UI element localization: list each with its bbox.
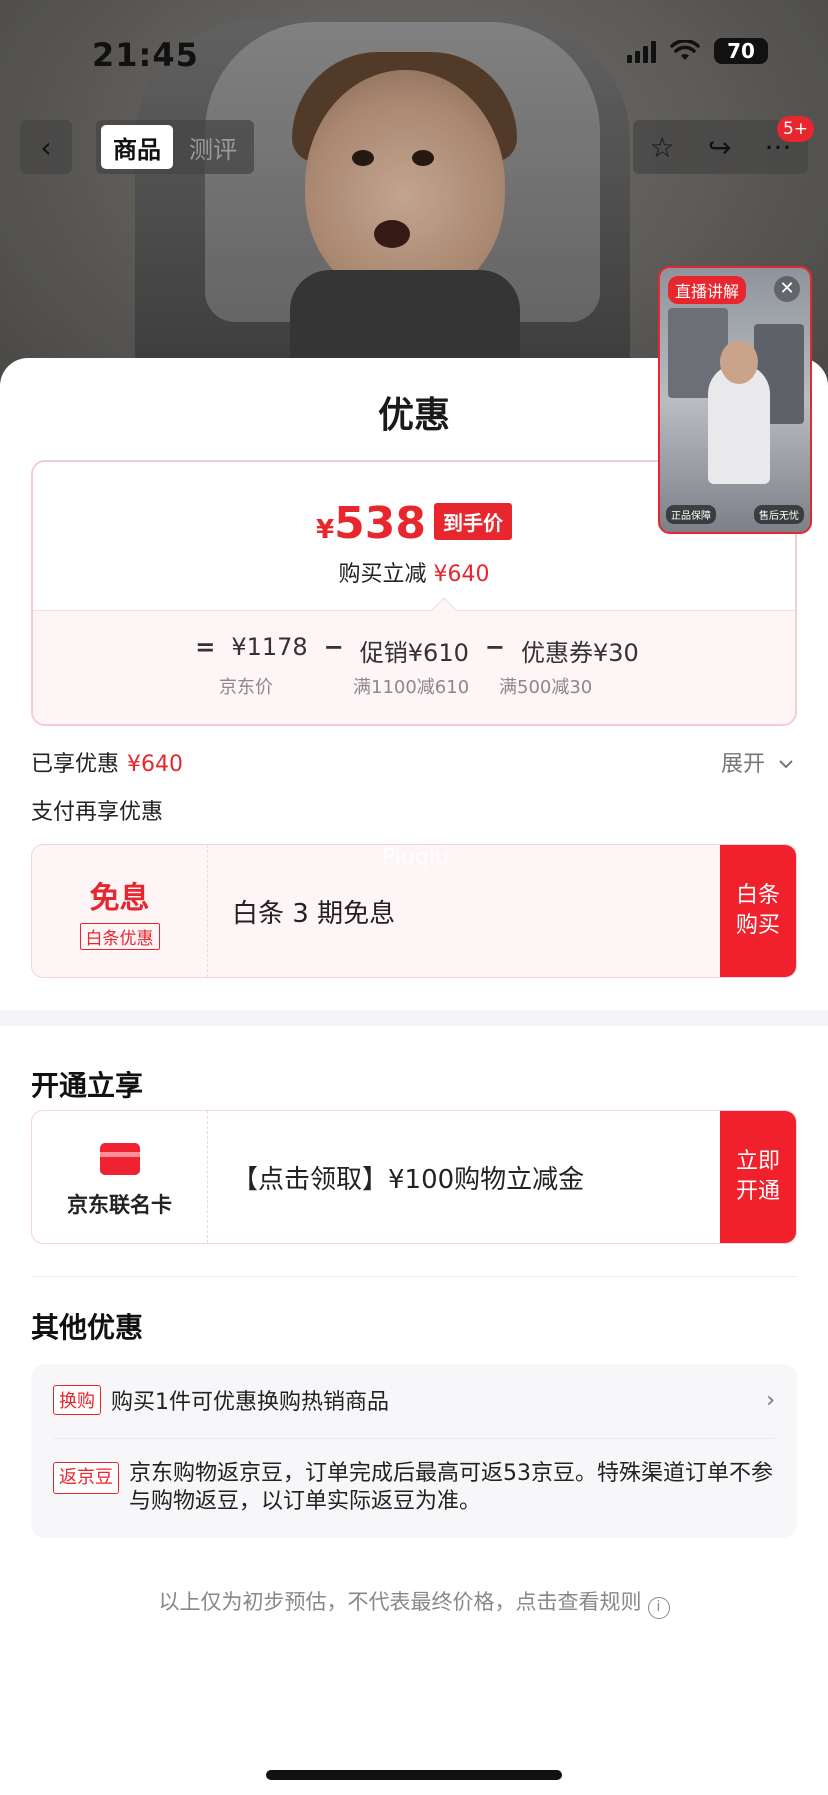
info-icon: i [647,1597,670,1619]
coupon-rule-label: 满500减30 [499,677,593,698]
chevron-down-icon [779,760,793,769]
reduce-label: 购买立减 [338,562,427,587]
live-badge-authentic: 正品保障 [666,505,716,524]
close-icon[interactable]: ✕ [774,276,800,302]
credit-card-icon [99,1143,140,1175]
jd-card-left: 京东联名卡 [32,1111,208,1243]
jd-card-open-label: 立即 开通 [735,1149,780,1204]
baitiao-offer-card[interactable]: 免息 白条优惠 Piuqiu 白条 3 期免息 白条 购买 [31,844,797,978]
baitiao-left: 免息 白条优惠 [32,845,208,977]
promo-amount: 促销¥610 [359,639,469,667]
wifi-icon [670,40,700,60]
price-formula: = ¥1178 − 促销¥610 − 优惠券¥30 京东价 满1100减610 … [33,597,795,724]
jd-card-offer[interactable]: 京东联名卡 【点击领取】¥100购物立减金 立即 开通 [31,1110,797,1244]
baitiao-buy-button[interactable]: 白条 购买 [720,845,796,977]
exchange-chip: 换购 [53,1385,101,1415]
live-host-head [720,340,758,384]
tab-bar: 商品 测评 [96,120,254,174]
star-icon[interactable]: ☆ [650,131,675,164]
jingdou-chip: 返京豆 [53,1462,119,1494]
tab-review[interactable]: 测评 [177,125,249,169]
final-price-tag: 到手价 [433,503,512,540]
notification-badge: 5+ [776,116,814,142]
coupon-amount: 优惠券¥30 [520,639,639,667]
minus-sign: − [323,633,344,661]
other-section-title: 其他优惠 [31,1311,144,1344]
baitiao-tag: 白条优惠 [79,923,160,950]
section-divider [0,1010,828,1026]
baitiao-buy-label: 白条 购买 [735,883,780,938]
interest-free-title: 免息 [89,881,150,916]
live-stream-window[interactable]: 直播讲解 ✕ 正品保障 售后无忧 [658,266,812,534]
live-badges: 正品保障 售后无忧 [666,505,804,524]
jd-price-label: 京东价 [219,677,273,698]
pay-more-title: 支付再享优惠 [31,800,164,825]
minus-sign: − [484,633,505,661]
jingdou-text: 京东购物返京豆，订单完成后最高可返53京豆。特殊渠道订单不参与购物返豆，以订单实… [129,1461,773,1514]
cellular-signal-icon [627,39,656,63]
live-badge-aftersale: 售后无忧 [754,505,804,524]
final-price: 538 [334,498,426,549]
currency-symbol: ¥ [316,515,335,545]
battery-indicator: 70 [714,38,768,64]
enjoyed-value: ¥640 [127,752,184,777]
status-time: 21:45 [92,36,199,74]
baitiao-desc: 白条 3 期免息 [232,898,396,929]
discount-sheet: 优惠 ¥538 到手价 购买立减 ¥640 = ¥1178 − 促销¥610 − … [0,358,828,1795]
expand-toggle[interactable]: 展开 [721,746,794,778]
back-button[interactable]: ‹ [20,120,72,174]
jd-card-open-button[interactable]: 立即 开通 [720,1111,796,1243]
other-offers-box: 换购 购买1件可优惠换购热销商品 › 返京豆 京东购物返京豆，订单完成后最高可返… [31,1364,797,1538]
exchange-offer-row[interactable]: 换购 购买1件可优惠换购热销商品 › [53,1384,775,1416]
equals-sign: = [195,633,216,661]
expand-label: 展开 [720,752,765,777]
home-indicator[interactable] [266,1770,562,1780]
jd-card-name: 京东联名卡 [67,1193,172,1217]
live-tag: 直播讲解 [668,276,747,304]
reduce-value: ¥640 [433,562,490,587]
exchange-text: 购买1件可优惠换购热销商品 [111,1390,389,1415]
open-section-title: 开通立享 [31,1069,144,1102]
chevron-right-icon: › [766,1387,775,1413]
formula-line: = ¥1178 − 促销¥610 − 优惠券¥30 [33,633,795,668]
chevron-left-icon: ‹ [40,130,52,164]
status-icons: 70 [627,38,768,64]
share-icon[interactable]: ↪ [708,131,731,164]
enjoyed-discount: 已享优惠 ¥640 [31,746,183,778]
row-divider [53,1438,775,1439]
jd-price: ¥1178 [231,633,308,661]
reduce-line: 购买立减 ¥640 [33,556,795,588]
enjoyed-label: 已享优惠 [31,752,120,777]
jd-card-desc: 【点击领取】¥100购物立减金 [232,1164,585,1195]
disclaimer-link[interactable]: 以上仅为初步预估，不代表最终价格，点击查看规则 i [0,1586,828,1619]
tab-product[interactable]: 商品 [101,125,173,169]
disclaimer-text: 以上仅为初步预估，不代表最终价格，点击查看规则 [158,1590,642,1614]
divider-line [31,1276,797,1277]
jingdou-offer-row: 返京豆 京东购物返京豆，订单完成后最高可返53京豆。特殊渠道订单不参与购物返豆，… [53,1460,775,1516]
promo-rule-label: 满1100减610 [353,677,470,698]
